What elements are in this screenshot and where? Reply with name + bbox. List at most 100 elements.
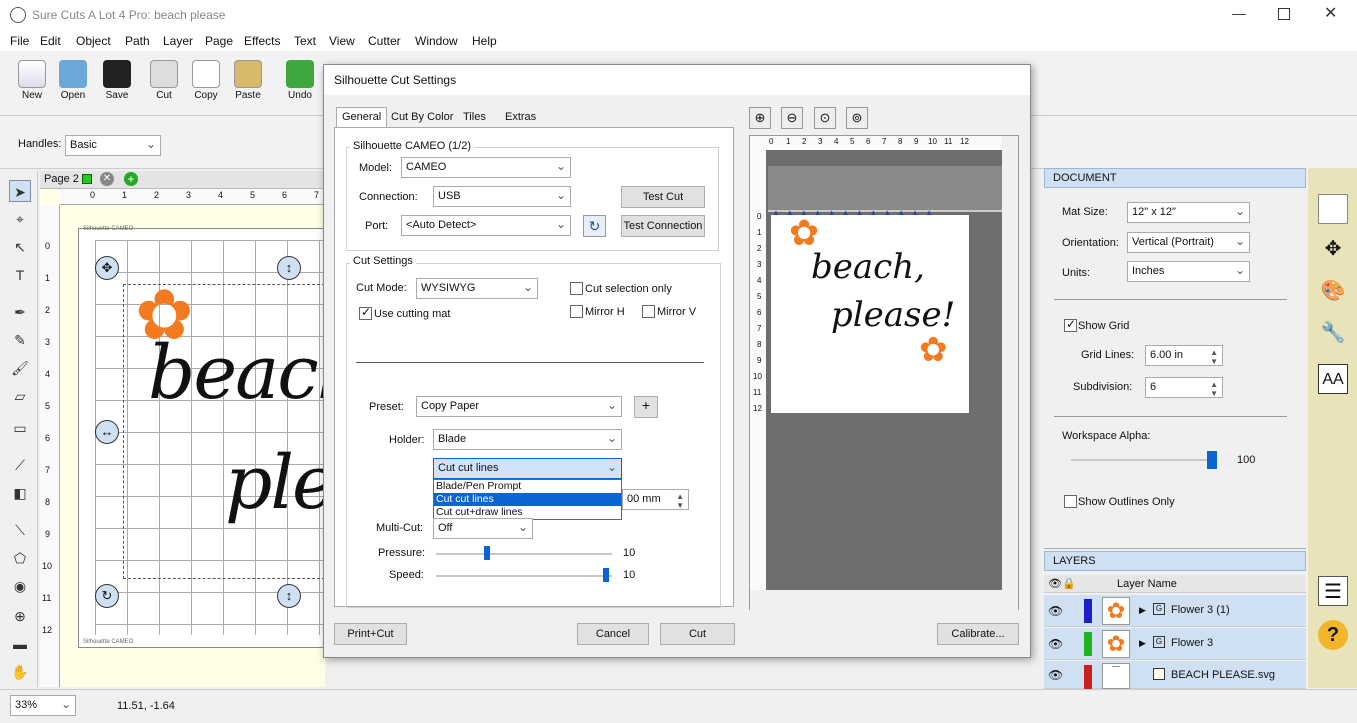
menu-help[interactable]: Help [472, 34, 497, 48]
resize-horizontal-handle-icon[interactable]: ↔ [95, 420, 119, 444]
preview-vscrollbar[interactable] [1002, 136, 1018, 590]
test-cut-button[interactable]: Test Cut [621, 186, 705, 208]
use-cutting-mat-checkbox[interactable] [359, 305, 372, 320]
tab-general[interactable]: General [336, 107, 388, 127]
text-tool-icon[interactable]: T [9, 264, 31, 286]
eye-icon[interactable]: 👁 [1048, 637, 1063, 651]
design-text-line2[interactable]: please! [225, 440, 325, 526]
layer-row[interactable]: 👁 ~~ BEACH PLEASE.svg [1044, 661, 1306, 689]
cut-action-select[interactable]: Cut cut lines ⌄ [433, 458, 622, 479]
mirror-v-checkbox[interactable] [642, 305, 655, 318]
cut-mode-select[interactable]: WYSIWYG ⌄ [416, 278, 538, 299]
connection-select[interactable]: USB ⌄ [433, 186, 571, 207]
menu-view[interactable]: View [329, 34, 355, 48]
shape-tool-icon[interactable]: ▭ [9, 417, 31, 439]
contour-tool-icon[interactable]: ◉ [9, 575, 31, 597]
node-edit-tool-icon[interactable]: ⌖ [9, 208, 31, 230]
zoom-in-icon[interactable]: ⊕ [749, 107, 771, 129]
add-preset-button[interactable]: + [634, 396, 658, 418]
menu-window[interactable]: Window [415, 34, 458, 48]
menu-edit[interactable]: Edit [40, 34, 61, 48]
layer-row[interactable]: 👁 ✿ ▶ G Flower 3 (1) [1044, 595, 1306, 627]
design-text-line1[interactable]: beach [148, 330, 325, 416]
save-button[interactable]: Save [96, 60, 138, 112]
blade-offset-input[interactable]: 00 mm ▲ ▼ [622, 489, 689, 510]
select-tool-icon[interactable]: ➤ [9, 180, 31, 202]
palette-icon[interactable]: 🎨 [1318, 276, 1348, 306]
page-tab[interactable]: Page 2 [44, 173, 79, 185]
pressure-thumb[interactable] [484, 546, 490, 560]
preset-select[interactable]: Copy Paper ⌄ [416, 396, 622, 417]
grid-lines-input[interactable]: 6.00 in ▲ ▼ [1145, 345, 1223, 366]
spinner-icon[interactable]: ▲ ▼ [1210, 348, 1218, 366]
eyedropper-tool-icon[interactable]: ⟋ [9, 454, 31, 476]
zoom-select[interactable]: 33% ⌄ [10, 695, 76, 716]
menu-layer[interactable]: Layer [163, 34, 193, 48]
multi-cut-select[interactable]: Off ⌄ [433, 518, 533, 539]
orientation-select[interactable]: Vertical (Portrait) ⌄ [1127, 232, 1250, 253]
pen-tool-icon[interactable]: ✒ [9, 301, 31, 323]
help-icon[interactable]: ? [1318, 620, 1348, 650]
speed-slider[interactable] [436, 575, 612, 577]
rotate-handle-icon[interactable]: ↻ [95, 584, 119, 608]
paste-button[interactable]: Paste [227, 60, 269, 112]
test-connection-button[interactable]: Test Connection [621, 215, 705, 237]
wrench-icon[interactable]: 🔧 [1318, 318, 1348, 348]
mirror-h-checkbox[interactable] [570, 305, 583, 318]
move-arrows-icon[interactable]: ✥ [1318, 234, 1348, 264]
minimize-icon[interactable]: — [1232, 5, 1246, 21]
close-page-icon[interactable]: ✕ [100, 172, 114, 186]
workspace-alpha-thumb[interactable] [1207, 451, 1217, 469]
eraser-tool-icon[interactable]: ▱ [9, 385, 31, 407]
show-outlines-only-checkbox[interactable] [1064, 495, 1077, 508]
expand-arrow-icon[interactable]: ▶ [1139, 605, 1146, 616]
zoom-actual-icon[interactable]: ⊚ [846, 107, 868, 129]
expand-arrow-icon[interactable]: ▶ [1139, 638, 1146, 649]
menu-text[interactable]: Text [294, 34, 316, 48]
direct-select-tool-icon[interactable]: ↖ [9, 236, 31, 258]
close-icon[interactable]: ✕ [1324, 3, 1337, 23]
tab-cut-by-color[interactable]: Cut By Color [385, 107, 459, 127]
menu-path[interactable]: Path [125, 34, 150, 48]
document-panel-header[interactable]: DOCUMENT [1044, 168, 1306, 188]
copy-button[interactable]: Copy [185, 60, 227, 112]
layer-row[interactable]: 👁 ✿ ▶ G Flower 3 [1044, 628, 1306, 660]
calibrate-button[interactable]: Calibrate... [937, 623, 1019, 645]
menu-file[interactable]: File [10, 34, 29, 48]
resize-vertical-handle-icon[interactable]: ↕ [277, 584, 301, 608]
open-button[interactable]: Open [52, 60, 94, 112]
cut-preview-pane[interactable]: 0 1 2 3 4 5 6 7 8 9 10 11 12 0 1 2 3 4 5… [749, 135, 1019, 610]
spinner-icon[interactable]: ▲ ▼ [1210, 380, 1218, 398]
menu-page[interactable]: Page [205, 34, 233, 48]
eye-icon[interactable]: 👁 [1048, 668, 1063, 682]
zoom-out-icon[interactable]: ⊖ [781, 107, 803, 129]
menu-effects[interactable]: Effects [244, 34, 280, 48]
spinner-icon[interactable]: ▲ ▼ [676, 492, 684, 510]
brush-tool-icon[interactable]: 🖌 [9, 357, 31, 379]
zoom-fit-icon[interactable]: ⊙ [814, 107, 836, 129]
text-size-icon[interactable]: AA [1318, 364, 1348, 394]
model-select[interactable]: CAMEO ⌄ [401, 157, 571, 178]
gradient-tool-icon[interactable]: ◧ [9, 482, 31, 504]
units-select[interactable]: Inches ⌄ [1127, 261, 1250, 282]
speed-thumb[interactable] [603, 568, 609, 582]
cut-selection-only-checkbox[interactable] [570, 282, 583, 295]
show-grid-checkbox[interactable] [1064, 317, 1077, 332]
tab-tiles[interactable]: Tiles [457, 107, 492, 127]
zoom-tool-icon[interactable]: ⊕ [9, 605, 31, 627]
handles-select[interactable]: Basic ⌄ [65, 135, 161, 156]
pressure-slider[interactable] [436, 553, 612, 555]
eye-icon[interactable]: 👁 [1048, 604, 1063, 618]
path-tool-icon[interactable]: ⬠ [9, 547, 31, 569]
pencil-tool-icon[interactable]: ✎ [9, 329, 31, 351]
holder-select[interactable]: Blade ⌄ [433, 429, 622, 450]
move-handle-icon[interactable]: ✥ [95, 256, 119, 280]
document-icon[interactable] [1318, 194, 1348, 224]
dropdown-option-selected[interactable]: Cut cut lines [434, 493, 621, 506]
subdivision-input[interactable]: 6 ▲ ▼ [1145, 377, 1223, 398]
layers-panel-header[interactable]: LAYERS [1044, 551, 1306, 571]
menu-cutter[interactable]: Cutter [368, 34, 401, 48]
measure-tool-icon[interactable]: ▬ [9, 633, 31, 655]
hand-tool-icon[interactable]: ✋ [9, 661, 31, 683]
layers-icon[interactable]: ☰ [1318, 576, 1348, 606]
